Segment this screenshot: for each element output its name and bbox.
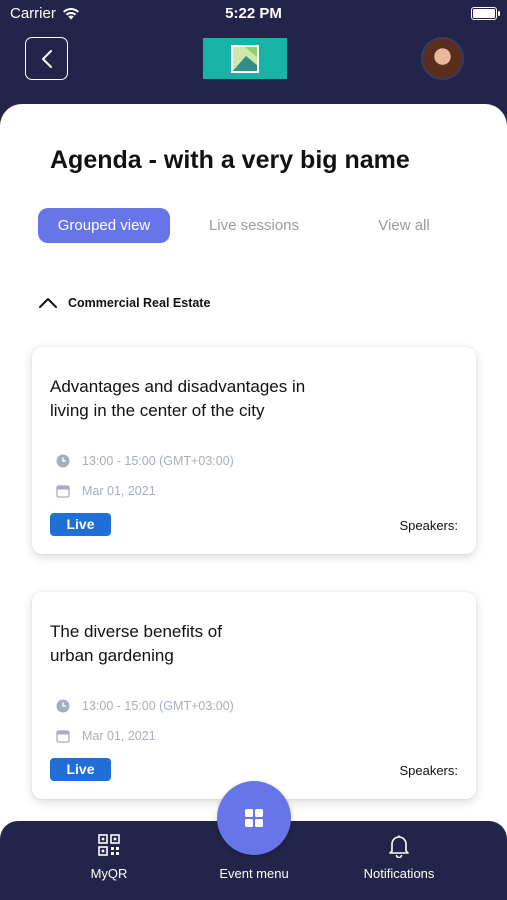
session-date: Mar 01, 2021 [82,729,156,743]
session-time-row: 13:00 - 15:00 (GMT+03:00) [56,699,234,713]
session-title: The diverse benefits of urban gardening [50,620,370,668]
session-time: 13:00 - 15:00 (GMT+03:00) [82,699,234,713]
logo-mark-icon [231,44,259,73]
session-title-line: Advantages and disadvantages in [50,377,306,396]
tab-grouped-view[interactable]: Grouped view [38,208,170,243]
tab-live-sessions[interactable]: Live sessions [188,208,320,243]
session-card[interactable]: The diverse benefits of urban gardening … [32,592,476,799]
calendar-icon [56,730,70,743]
event-logo [203,38,287,79]
grid-icon [245,809,263,827]
view-tabs: Grouped view Live sessions View all [38,208,468,244]
live-badge: Live [50,513,111,536]
session-title: Advantages and disadvantages in living i… [50,375,370,423]
page-title: Agenda - with a very big name [50,146,410,174]
calendar-icon [56,485,70,498]
nav-myqr[interactable]: MyQR [49,821,169,900]
nav-myqr-label: MyQR [90,866,128,881]
group-header[interactable]: Commercial Real Estate [38,296,210,310]
battery-icon [471,7,500,20]
speakers-label: Speakers: [399,763,458,778]
status-time: 5:22 PM [225,5,282,22]
qr-code-icon [98,834,120,856]
clock-icon [56,699,70,713]
avatar[interactable] [421,37,464,80]
clock-icon [56,454,70,468]
nav-notifications-label: Notifications [363,866,435,881]
event-menu-button[interactable] [217,781,291,855]
chevron-left-icon [41,49,52,68]
session-date: Mar 01, 2021 [82,484,156,498]
bell-icon [389,835,409,858]
chevron-up-icon [39,298,57,308]
session-title-line: living in the center of the city [50,401,265,420]
session-date-row: Mar 01, 2021 [56,484,156,498]
session-card[interactable]: Advantages and disadvantages in living i… [32,347,476,554]
back-button[interactable] [25,37,68,80]
session-time: 13:00 - 15:00 (GMT+03:00) [82,454,234,468]
nav-notifications[interactable]: Notifications [339,821,459,900]
live-badge: Live [50,758,111,781]
session-time-row: 13:00 - 15:00 (GMT+03:00) [56,454,234,468]
group-name: Commercial Real Estate [68,296,211,310]
nav-event-menu-label: Event menu [219,866,289,881]
session-date-row: Mar 01, 2021 [56,729,156,743]
session-title-line: The diverse benefits of [50,622,222,641]
status-bar: Carrier 5:22 PM [0,0,507,30]
speakers-label: Speakers: [399,518,458,533]
tab-view-all[interactable]: View all [338,208,470,243]
session-title-line: urban gardening [50,646,174,665]
